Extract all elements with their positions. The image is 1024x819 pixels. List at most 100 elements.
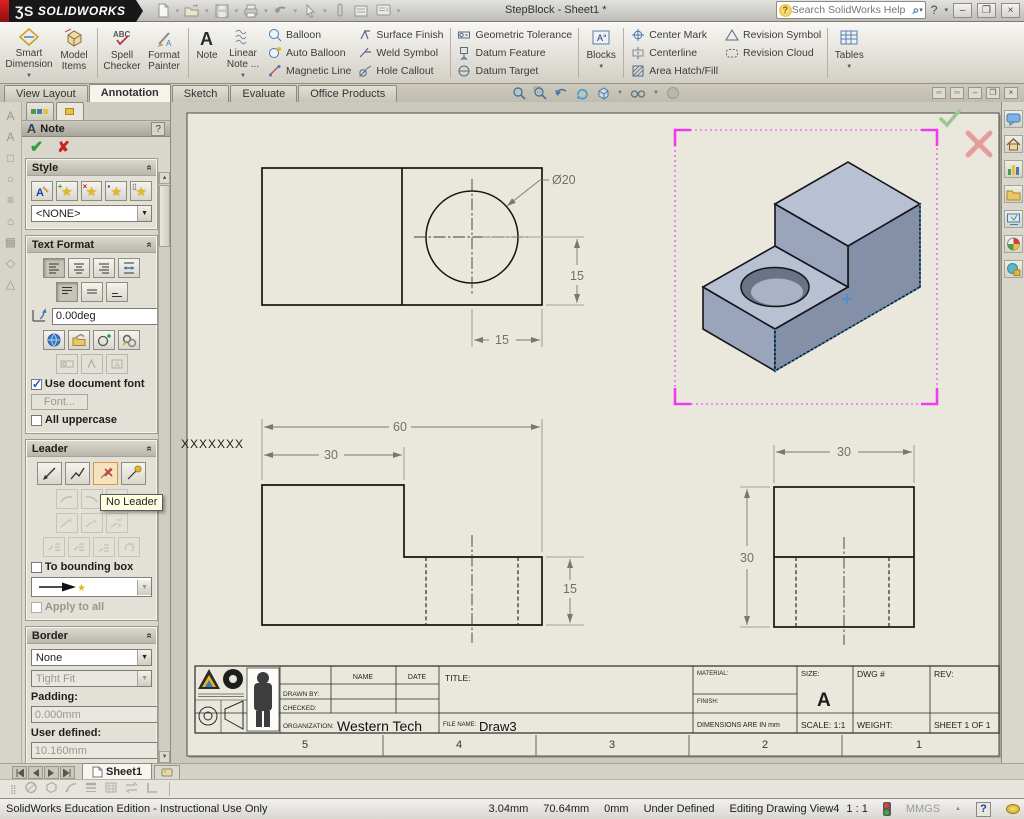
border-style-dropdown[interactable]: None▼ <box>31 649 152 666</box>
dock-weld-icon[interactable]: ◇ <box>6 257 15 269</box>
hole-callout-button[interactable]: Hole Callout <box>357 63 443 80</box>
leader-button[interactable] <box>37 462 62 485</box>
apply-default-style-button[interactable]: A <box>31 181 53 201</box>
dropdown-caret-icon[interactable]: ▼ <box>137 580 151 595</box>
multi-jog-leader-button[interactable] <box>65 462 90 485</box>
tables-button[interactable]: Tables ▼ <box>831 24 867 82</box>
arrow-style-dropdown[interactable]: ★ ▼ <box>31 577 152 597</box>
datum-target-button[interactable]: Datum Target <box>457 63 573 80</box>
comments-icon[interactable] <box>1004 110 1023 128</box>
balloon-button[interactable]: Balloon <box>267 27 351 44</box>
search-icon[interactable]: ⌕ <box>913 3 920 18</box>
surface-finish-insert-button[interactable] <box>81 354 103 374</box>
gtol-insert-button[interactable] <box>56 354 78 374</box>
close-button[interactable]: × <box>1001 3 1020 18</box>
new-document-icon[interactable] <box>153 2 173 20</box>
angle-field[interactable] <box>52 308 171 325</box>
cancel-x-button[interactable]: ✘ <box>57 138 70 156</box>
delete-style-button[interactable]: ★× <box>81 181 103 201</box>
property-help-button[interactable]: ? <box>151 122 165 136</box>
to-bounding-box-checkbox[interactable] <box>31 562 42 573</box>
align-left-button[interactable] <box>43 258 65 278</box>
hide-edge-icon[interactable] <box>104 781 118 797</box>
scroll-thumb[interactable] <box>159 185 170 247</box>
dropdown-caret-icon[interactable]: ▼ <box>137 671 151 686</box>
dropdown-caret-icon[interactable]: ▼ <box>137 650 151 665</box>
help-icon[interactable]: ? <box>931 3 938 17</box>
previous-view-icon[interactable] <box>554 86 568 100</box>
style-section-header[interactable]: Style« <box>27 160 156 176</box>
smart-dimension-button[interactable]: Smart Dimension ▼ <box>4 24 54 82</box>
feature-manager-tab[interactable] <box>26 102 54 120</box>
dim-top-width[interactable]: 15 <box>495 333 509 347</box>
last-sheet-icon[interactable] <box>60 766 75 779</box>
align-top-button[interactable] <box>56 282 78 302</box>
border-section-header[interactable]: Border« <box>27 628 156 644</box>
property-manager-tab[interactable] <box>56 102 84 120</box>
display-style-icon[interactable] <box>630 87 646 99</box>
area-hatch-button[interactable]: Area Hatch/Fill <box>630 63 718 80</box>
link-to-property-button[interactable] <box>68 330 90 350</box>
leader-left-button[interactable] <box>56 489 78 509</box>
doc-cascade-icon[interactable]: ▫▫ <box>932 87 946 99</box>
placed-note-text[interactable]: XXXXXXX <box>181 437 244 451</box>
color-display-mode-icon[interactable] <box>145 781 159 797</box>
centerline-button[interactable]: Centerline <box>630 45 718 62</box>
toolbar-grip[interactable]: ⣿ <box>10 784 16 795</box>
format-painter-button[interactable]: A Format Painter <box>143 24 185 82</box>
dock-note-icon[interactable]: A <box>6 110 14 122</box>
layer-properties-icon[interactable] <box>24 781 38 797</box>
insert-hyperlink-button[interactable] <box>43 330 65 350</box>
line-color-icon[interactable] <box>44 781 58 797</box>
dock-lock-icon[interactable]: ⌂ <box>7 215 14 227</box>
all-uppercase-checkbox[interactable] <box>31 415 42 426</box>
sheet1-tab[interactable]: Sheet1 <box>82 763 152 779</box>
font-button[interactable]: Font... <box>31 394 88 410</box>
leader-style-2-button[interactable]: x <box>81 513 103 533</box>
open-document-icon[interactable] <box>182 2 202 20</box>
dim-side-width[interactable]: 30 <box>837 445 851 459</box>
tab-evaluate[interactable]: Evaluate <box>230 85 297 102</box>
view-palette-icon[interactable] <box>1004 210 1023 228</box>
doc-close-icon[interactable]: × <box>1004 87 1018 99</box>
zoom-to-fit-icon[interactable] <box>512 86 526 100</box>
doc-minimize-icon[interactable]: – <box>968 87 982 99</box>
dock-note-pattern-icon[interactable]: A <box>6 131 14 143</box>
quick-tips-icon[interactable] <box>1006 804 1020 814</box>
undo-icon[interactable] <box>271 2 291 20</box>
save-style-button[interactable]: ★▪ <box>105 181 127 201</box>
linear-note-button[interactable]: Linear Note ... ▼ <box>222 24 264 82</box>
dock-datum-icon[interactable]: △ <box>6 278 15 290</box>
format-options-button[interactable] <box>118 330 140 350</box>
use-document-font-checkbox[interactable] <box>31 379 42 390</box>
align-middle-button[interactable] <box>81 282 103 302</box>
dim-side-height[interactable]: 30 <box>740 551 754 565</box>
note-button[interactable]: A Note <box>192 24 222 82</box>
auto-leader-button[interactable] <box>121 462 146 485</box>
dock-copy-icon[interactable]: □ <box>7 152 14 164</box>
align-center-button[interactable] <box>68 258 90 278</box>
appearances-icon[interactable] <box>1004 235 1023 253</box>
leader-custom-button[interactable] <box>118 537 140 557</box>
search-dropdown-icon[interactable]: ▾ <box>919 6 923 14</box>
leader-text-left-button[interactable] <box>43 537 65 557</box>
apply-to-all-checkbox[interactable] <box>31 602 42 613</box>
doc-restore-icon[interactable]: ❐ <box>986 87 1000 99</box>
properties-icon[interactable] <box>374 2 394 20</box>
minimize-button[interactable]: – <box>953 3 972 18</box>
design-library-icon[interactable] <box>1004 160 1023 178</box>
dim-front-step[interactable]: 30 <box>324 448 338 462</box>
select-cursor-icon[interactable] <box>300 2 320 20</box>
no-leader-button[interactable] <box>93 462 118 485</box>
align-bottom-button[interactable] <box>106 282 128 302</box>
dock-balloon-icon[interactable]: ○ <box>7 173 14 185</box>
tab-annotation[interactable]: Annotation <box>89 84 171 102</box>
leader-section-header[interactable]: Leader« <box>27 441 156 457</box>
leader-text-right-button[interactable] <box>93 537 115 557</box>
view-settings-icon[interactable] <box>596 86 610 100</box>
user-defined-field[interactable] <box>31 742 171 759</box>
first-sheet-icon[interactable] <box>12 766 27 779</box>
next-sheet-icon[interactable] <box>44 766 59 779</box>
line-style-icon[interactable] <box>84 781 98 797</box>
attachment-icon[interactable] <box>330 2 350 20</box>
